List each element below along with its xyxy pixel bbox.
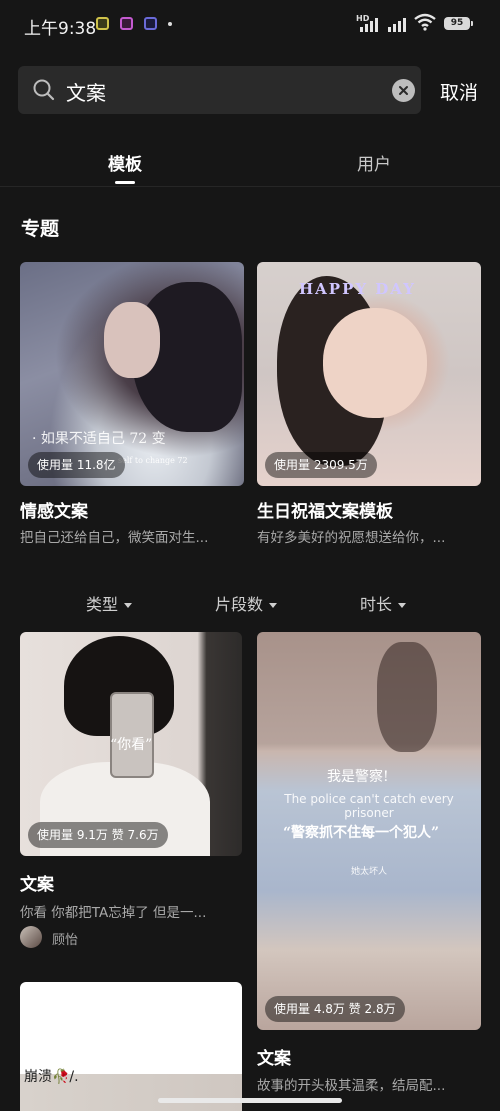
notification-app-icon: [144, 17, 157, 30]
usage-badge: 使用量 9.1万 赞 7.6万: [28, 822, 168, 848]
usage-badge: 使用量 2309.5万: [265, 452, 377, 478]
template-description: 你看 你都把TA忘掉了 但是一...: [20, 905, 207, 921]
usage-badge: 使用量 4.8万 赞 2.8万: [265, 996, 405, 1022]
thumbnail-caption: · 如果不适自己 72 变: [32, 431, 166, 447]
more-notifications-icon: [168, 22, 172, 26]
template-thumbnail[interactable]: “你看” 使用量 9.1万 赞 7.6万: [20, 632, 242, 856]
thumbnail-caption: “你看”: [110, 737, 153, 753]
template-title[interactable]: 文案: [20, 870, 54, 895]
template-title[interactable]: 文案: [257, 1044, 291, 1069]
close-icon: [399, 86, 408, 95]
filter-segments[interactable]: 片段数: [215, 591, 278, 615]
tab-templates[interactable]: 模板: [108, 150, 142, 175]
status-time: 上午9:38: [24, 19, 97, 39]
topic-description: 有好多美好的祝愿想送给你，...: [257, 530, 446, 546]
wifi-icon: [414, 13, 436, 31]
thumbnail-caption-en: The police can't catch every prisoner: [284, 792, 454, 820]
search-bar[interactable]: 文案: [18, 66, 421, 114]
notification-app-icon: [96, 17, 109, 30]
usage-badge: 使用量 11.8亿: [28, 452, 125, 478]
tab-users[interactable]: 用户: [357, 150, 391, 175]
author-name[interactable]: 顾怡: [52, 929, 78, 948]
filter-type[interactable]: 类型: [86, 591, 133, 615]
section-title: 专题: [21, 218, 60, 240]
thumbnail-caption-small: 她太坏人: [351, 867, 388, 877]
filter-label: 类型: [86, 595, 119, 614]
signal-icon: [388, 14, 406, 32]
topic-title[interactable]: 情感文案: [20, 497, 88, 522]
filter-duration[interactable]: 时长: [360, 591, 407, 615]
template-description: 故事的开头极其温柔，结局配...: [257, 1078, 446, 1094]
filter-label: 片段数: [215, 595, 264, 614]
status-bar: 上午9:38 HD 95: [0, 0, 500, 50]
home-indicator[interactable]: [158, 1098, 342, 1103]
search-icon: [33, 79, 55, 101]
search-input[interactable]: 文案: [66, 77, 106, 106]
avatar[interactable]: [20, 926, 42, 948]
thumbnail-caption: 我是警察!: [327, 769, 389, 785]
chevron-down-icon: [398, 603, 407, 608]
cancel-button[interactable]: 取消: [440, 78, 478, 105]
thumbnail-caption: 崩溃🥀/.: [24, 1069, 79, 1085]
thumbnail-caption-cn: “警察抓不住每一个犯人”: [283, 825, 440, 841]
chevron-down-icon: [269, 603, 278, 608]
topic-thumbnail[interactable]: HAPPY DAY 使用量 2309.5万: [257, 262, 481, 486]
template-thumbnail[interactable]: 崩溃🥀/.: [20, 982, 242, 1111]
battery-icon: 95: [444, 17, 473, 30]
tab-indicator: [115, 181, 135, 184]
template-thumbnail[interactable]: 我是警察! The police can't catch every priso…: [257, 632, 481, 1030]
thumbnail-caption: HAPPY DAY: [299, 280, 416, 298]
filter-label: 时长: [360, 595, 393, 614]
topic-thumbnail[interactable]: · 如果不适自己 72 变 self to change 72 使用量 11.8…: [20, 262, 244, 486]
clear-search-button[interactable]: [392, 79, 415, 102]
signal-icon: [360, 14, 378, 32]
chevron-down-icon: [124, 603, 133, 608]
notification-app-icon: [120, 17, 133, 30]
thumbnail-caption-sub: self to change 72: [118, 456, 188, 465]
topic-title[interactable]: 生日祝福文案模板: [257, 497, 393, 522]
divider: [0, 186, 500, 187]
topic-description: 把自己还给自己，微笑面对生...: [20, 530, 209, 546]
